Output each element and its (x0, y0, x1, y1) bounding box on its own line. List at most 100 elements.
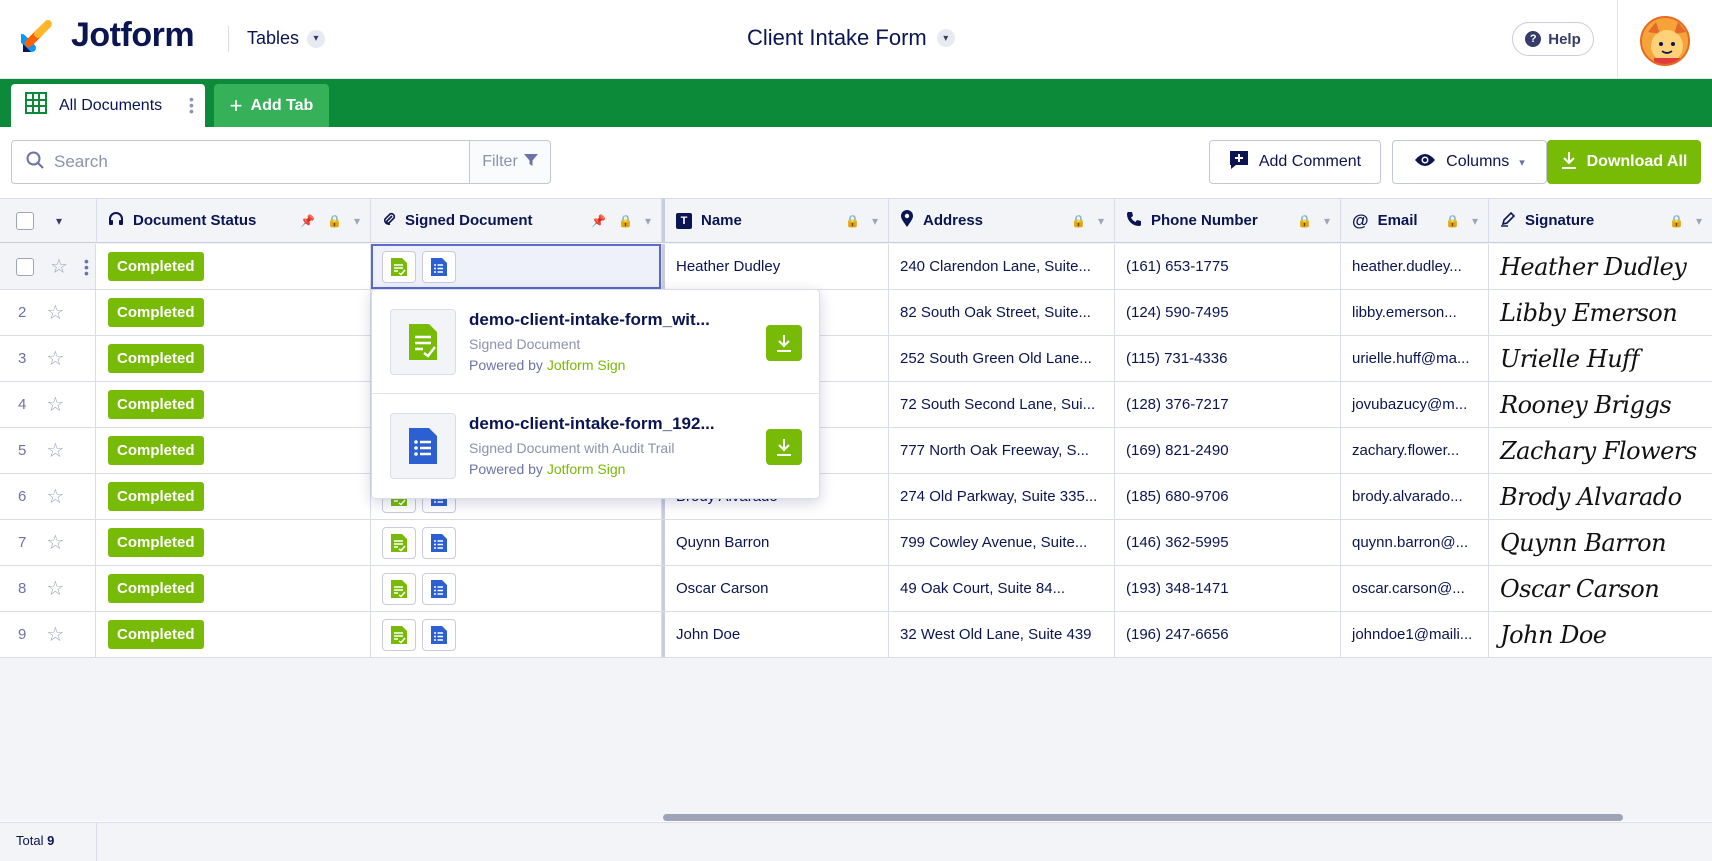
chevron-down-icon[interactable]: ▾ (872, 214, 878, 228)
star-icon[interactable]: ☆ (46, 530, 64, 555)
column-header-document-status[interactable]: Document Status 📌 🔒 ▾ (97, 198, 371, 243)
phone-cell[interactable]: (193) 348-1471 (1115, 566, 1341, 611)
table-row[interactable]: 5☆CompletedZachary Flowers777 North Oak … (0, 428, 1712, 474)
chevron-down-icon[interactable]: ▾ (354, 214, 360, 228)
phone-cell[interactable]: (196) 247-6656 (1115, 612, 1341, 657)
email-cell[interactable]: libby.emerson... (1341, 290, 1489, 335)
signature-cell[interactable]: Zachary Flowers (1489, 428, 1712, 473)
tab-all-documents[interactable]: All Documents • • • (11, 84, 205, 127)
status-cell[interactable]: Completed (97, 566, 371, 611)
table-row[interactable]: ☆ • • • Completed Heather Dudley 240 Clarendon… (0, 244, 1712, 290)
download-all-button[interactable]: Download All (1547, 140, 1701, 184)
address-cell[interactable]: 82 South Oak Street, Suite... (889, 290, 1115, 335)
email-cell[interactable]: brody.alvarado... (1341, 474, 1489, 519)
status-cell[interactable]: Completed (97, 290, 371, 335)
column-header-address[interactable]: Address 🔒 ▾ (889, 198, 1115, 243)
lock-icon[interactable]: 🔒 (327, 214, 342, 228)
address-cell[interactable]: 252 South Green Old Lane... (889, 336, 1115, 381)
document-name[interactable]: demo-client-intake-form_wit... (469, 310, 710, 330)
phone-cell[interactable]: (115) 731-4336 (1115, 336, 1341, 381)
star-icon[interactable]: ☆ (46, 300, 64, 325)
help-button[interactable]: ? Help (1512, 22, 1594, 56)
email-cell[interactable]: johndoe1@maili... (1341, 612, 1489, 657)
signed-document-icon[interactable] (382, 526, 416, 559)
lock-icon[interactable]: 🔒 (618, 214, 633, 228)
signature-cell[interactable]: Rooney Briggs (1489, 382, 1712, 427)
table-row[interactable]: 9 ☆ Completed John Doe 32 West Old Lane, Sui… (0, 612, 1712, 658)
chevron-down-icon[interactable]: ▾ (1098, 214, 1104, 228)
popover-document-item[interactable]: demo-client-intake-form_wit... Signed Do… (372, 290, 821, 394)
audit-trail-document-icon[interactable] (422, 526, 456, 559)
lock-icon[interactable]: 🔒 (1445, 214, 1460, 228)
signed-document-icon[interactable] (382, 618, 416, 651)
email-cell[interactable]: jovubazucy@m... (1341, 382, 1489, 427)
email-cell[interactable]: quynn.barron@... (1341, 520, 1489, 565)
address-cell[interactable]: 72 South Second Lane, Sui... (889, 382, 1115, 427)
email-cell[interactable]: urielle.huff@ma... (1341, 336, 1489, 381)
star-icon[interactable]: ☆ (46, 438, 64, 463)
form-title-menu[interactable]: Client Intake Form ▾ (747, 25, 955, 51)
column-header-signature[interactable]: Signature 🔒 ▾ (1489, 198, 1712, 243)
table-row[interactable]: 6☆CompletedBrody Alvarado274 Old Parkway… (0, 474, 1712, 520)
address-cell[interactable]: 799 Cowley Avenue, Suite... (889, 520, 1115, 565)
email-cell[interactable]: oscar.carson@... (1341, 566, 1489, 611)
download-document-button[interactable] (766, 325, 802, 361)
signed-document-icon[interactable] (382, 250, 416, 283)
star-icon[interactable]: ☆ (46, 622, 64, 647)
audit-trail-document-icon[interactable] (422, 618, 456, 651)
status-cell[interactable]: Completed (97, 336, 371, 381)
pin-icon[interactable]: 📌 (300, 214, 315, 228)
table-row[interactable]: 2☆CompletedLibby Emerson82 South Oak Str… (0, 290, 1712, 336)
horizontal-scrollbar[interactable] (663, 814, 1623, 821)
column-header-signed-document[interactable]: Signed Document 📌 🔒 ▾ (371, 198, 662, 243)
status-cell[interactable]: Completed (97, 382, 371, 427)
lock-icon[interactable]: 🔒 (845, 214, 860, 228)
email-cell[interactable]: zachary.flower... (1341, 428, 1489, 473)
phone-cell[interactable]: (161) 653-1775 (1115, 244, 1341, 289)
more-options-icon[interactable]: • • • (84, 254, 89, 280)
star-icon[interactable]: ☆ (46, 484, 64, 509)
name-cell[interactable]: John Doe (662, 612, 889, 657)
chevron-down-icon[interactable]: ▾ (1472, 214, 1478, 228)
jotform-logo-icon[interactable] (18, 18, 55, 54)
select-all-checkbox[interactable] (16, 211, 34, 230)
chevron-down-icon[interactable]: ▾ (1324, 214, 1330, 228)
signature-cell[interactable]: John Doe (1489, 612, 1712, 657)
name-cell[interactable]: Oscar Carson (662, 566, 889, 611)
avatar[interactable] (1640, 16, 1690, 66)
phone-cell[interactable]: (128) 376-7217 (1115, 382, 1341, 427)
filter-button[interactable]: Filter (469, 140, 551, 184)
table-row[interactable]: 3☆CompletedUrielle Huff252 South Green O… (0, 336, 1712, 382)
phone-cell[interactable]: (146) 362-5995 (1115, 520, 1341, 565)
phone-cell[interactable]: (124) 590-7495 (1115, 290, 1341, 335)
lock-icon[interactable]: 🔒 (1669, 214, 1684, 228)
signature-cell[interactable]: Quynn Barron (1489, 520, 1712, 565)
add-comment-button[interactable]: Add Comment (1209, 140, 1381, 184)
address-cell[interactable]: 49 Oak Court, Suite 84... (889, 566, 1115, 611)
column-header-email[interactable]: @ Email 🔒 ▾ (1341, 198, 1489, 243)
audit-trail-document-icon[interactable] (422, 250, 456, 283)
signed-document-icon[interactable] (382, 572, 416, 605)
document-name[interactable]: demo-client-intake-form_192... (469, 414, 715, 434)
lock-icon[interactable]: 🔒 (1071, 214, 1086, 228)
table-row[interactable]: 7 ☆ Completed Quynn Barron 799 Cowley Avenue… (0, 520, 1712, 566)
status-cell[interactable]: Completed (97, 612, 371, 657)
star-icon[interactable]: ☆ (46, 392, 64, 417)
address-cell[interactable]: 240 Clarendon Lane, Suite... (889, 244, 1115, 289)
table-row[interactable]: 8 ☆ Completed Oscar Carson 49 Oak Court, Sui… (0, 566, 1712, 612)
name-cell[interactable]: Heather Dudley (662, 244, 889, 289)
signed-document-cell[interactable] (371, 520, 662, 565)
signed-document-cell[interactable] (371, 566, 662, 611)
signed-document-cell[interactable] (371, 244, 662, 289)
name-cell[interactable]: Quynn Barron (662, 520, 889, 565)
address-cell[interactable]: 777 North Oak Freeway, S... (889, 428, 1115, 473)
status-cell[interactable]: Completed (97, 428, 371, 473)
lock-icon[interactable]: 🔒 (1297, 214, 1312, 228)
tables-menu[interactable]: Tables ▾ (247, 28, 326, 49)
row-checkbox[interactable] (16, 257, 34, 276)
signature-cell[interactable]: Urielle Huff (1489, 336, 1712, 381)
column-header-name[interactable]: T Name 🔒 ▾ (662, 198, 889, 243)
chevron-down-icon[interactable]: ▾ (1696, 214, 1702, 228)
chevron-down-icon[interactable]: ▾ (645, 214, 651, 228)
signature-cell[interactable]: Heather Dudley (1489, 244, 1712, 289)
